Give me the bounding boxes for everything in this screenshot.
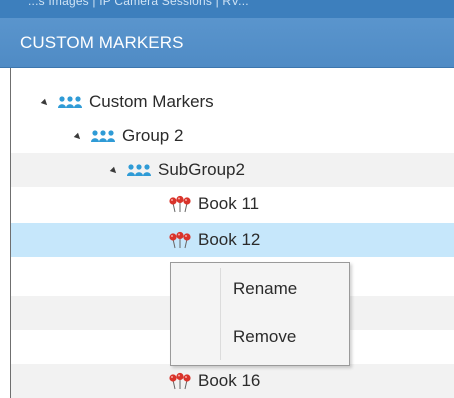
map-marker-icon [169, 195, 191, 213]
tree-node-label: SubGroup2 [158, 160, 245, 179]
tree-node-subgroup2[interactable]: SubGroup2 [109, 153, 245, 187]
expand-arrow-icon[interactable] [40, 98, 50, 107]
top-tab-strip: ...s Images | IP Camera Sessions | RV... [0, 0, 454, 18]
tree-node-book-11[interactable]: Book 11 [168, 187, 259, 221]
tree-node-book-16[interactable]: Book 16 [168, 364, 260, 398]
map-marker-icon [169, 372, 191, 390]
tree-node-book-12[interactable]: Book 12 [168, 223, 260, 257]
page-title: CUSTOM MARKERS [20, 33, 184, 52]
tree-row-root[interactable]: Custom Markers [11, 85, 454, 119]
tree-row-book-11[interactable]: Book 11 [11, 187, 454, 221]
tree-row-group2[interactable]: Group 2 [11, 119, 454, 153]
tree-node-label: Book 12 [198, 230, 261, 249]
tree-row-book-16[interactable]: Book 16 [11, 364, 454, 398]
expand-arrow-icon[interactable] [73, 132, 83, 141]
panel-header: CUSTOM MARKERS [0, 18, 454, 68]
group-icon [91, 130, 115, 142]
map-marker-icon [169, 231, 191, 249]
panel-left-border [10, 68, 11, 398]
tree-node-label: Custom Markers [89, 92, 214, 111]
tree-node-label: Group 2 [122, 126, 184, 145]
tree-row-book-12[interactable]: Book 12 [11, 223, 454, 257]
rename-menu-item[interactable]: Rename [171, 270, 349, 308]
tree-row-subgroup2[interactable]: SubGroup2 [11, 153, 454, 187]
custom-markers-window: ...s Images | IP Camera Sessions | RV...… [0, 0, 454, 398]
remove-menu-item[interactable]: Remove [171, 318, 349, 356]
tree-node-label: Book 11 [198, 194, 260, 213]
context-menu: Rename Remove [170, 262, 350, 366]
tree-node-root[interactable]: Custom Markers [40, 85, 214, 119]
group-icon [127, 164, 151, 176]
group-icon [58, 96, 82, 108]
expand-arrow-icon[interactable] [109, 166, 119, 175]
top-tab-strip-text: ...s Images | IP Camera Sessions | RV... [28, 0, 249, 8]
tree-node-label: Book 16 [198, 371, 261, 390]
tree-node-group2[interactable]: Group 2 [73, 119, 184, 153]
